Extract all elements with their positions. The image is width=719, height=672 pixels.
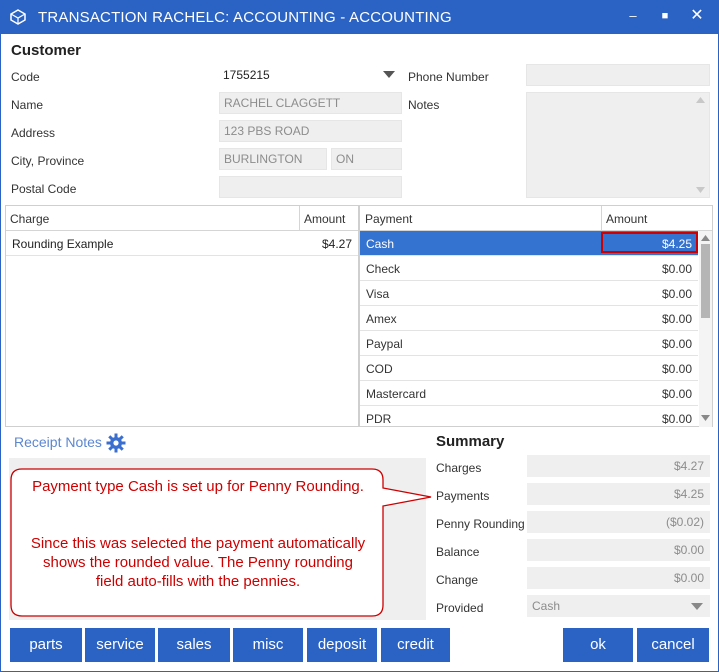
charge-name: Rounding Example: [12, 237, 114, 251]
cancel-button[interactable]: cancel: [637, 628, 709, 662]
scrollbar-thumb[interactable]: [701, 244, 710, 318]
code-dropdown[interactable]: 1755215: [219, 64, 402, 86]
charge-amount-column-header[interactable]: Amount: [304, 212, 345, 226]
payments-summary-label: Payments: [436, 489, 490, 503]
payment-amount[interactable]: $0.00: [662, 362, 692, 376]
charges-summary-field: $4.27: [527, 455, 710, 477]
table-row[interactable]: COD $0.00: [360, 356, 698, 381]
column-divider: [601, 206, 602, 230]
notes-field[interactable]: [526, 92, 710, 198]
payment-amount[interactable]: $4.25: [662, 237, 692, 251]
city-field[interactable]: BURLINGTON: [219, 148, 327, 170]
scroll-up-icon[interactable]: [696, 97, 705, 103]
table-row[interactable]: Mastercard $0.00: [360, 381, 698, 406]
charge-column-header[interactable]: Charge: [10, 212, 49, 226]
summary-title: Summary: [436, 433, 505, 450]
charges-grid: Charge Amount Rounding Example $4.27: [5, 205, 359, 427]
address-field[interactable]: 123 PBS ROAD: [219, 120, 402, 142]
callout-text-line1: Payment type Cash is set up for Penny Ro…: [32, 478, 364, 495]
chevron-down-icon: [691, 603, 703, 610]
payment-amount[interactable]: $0.00: [662, 312, 692, 326]
receipt-notes-label: Receipt Notes: [14, 434, 102, 450]
column-divider: [299, 206, 300, 230]
notes-label: Notes: [408, 98, 440, 112]
charge-amount: $4.27: [321, 237, 352, 251]
postal-code-field[interactable]: [219, 176, 402, 198]
payment-amount[interactable]: $0.00: [662, 387, 692, 401]
postal-code-label: Postal Code: [11, 182, 77, 196]
parts-button[interactable]: parts: [10, 628, 82, 662]
misc-button[interactable]: misc: [233, 628, 303, 662]
scroll-down-icon[interactable]: [701, 415, 710, 421]
table-row[interactable]: Visa $0.00: [360, 281, 698, 306]
payment-column-header[interactable]: Payment: [365, 212, 412, 226]
table-row[interactable]: Amex $0.00: [360, 306, 698, 331]
payments-summary-field: $4.25: [527, 483, 710, 505]
payment-name: COD: [366, 362, 393, 376]
balance-field: $0.00: [527, 539, 710, 561]
payment-amount-column-header[interactable]: Amount: [606, 212, 647, 226]
balance-label: Balance: [436, 545, 480, 559]
payment-amount[interactable]: $0.00: [662, 262, 692, 276]
provided-value: Cash: [532, 599, 561, 613]
provided-dropdown[interactable]: Cash: [527, 595, 710, 617]
ok-button[interactable]: ok: [563, 628, 633, 662]
minimize-icon[interactable]: –: [625, 8, 641, 24]
charges-summary-label: Charges: [436, 461, 482, 475]
change-field: $0.00: [527, 567, 710, 589]
chevron-down-icon: [383, 71, 395, 78]
payments-grid: Payment Amount Cash $4.25 Check $0.00 Vi…: [359, 205, 713, 427]
table-row[interactable]: Paypal $0.00: [360, 331, 698, 356]
penny-rounding-field: ($0.02): [527, 511, 710, 533]
payment-name: Mastercard: [366, 387, 427, 401]
payments-scrollbar[interactable]: [699, 231, 712, 427]
service-button[interactable]: service: [85, 628, 155, 662]
window-title: TRANSACTION RACHELC: ACCOUNTING - ACCOUN…: [38, 9, 452, 26]
scroll-down-icon[interactable]: [696, 187, 705, 193]
payments-list: Cash $4.25 Check $0.00 Visa $0.00 Amex $…: [360, 231, 698, 427]
scroll-up-icon[interactable]: [701, 235, 710, 241]
callout-text-line2: Since this was selected the payment auto…: [30, 535, 366, 590]
payment-amount[interactable]: $0.00: [662, 337, 692, 351]
maximize-icon[interactable]: ■: [657, 8, 673, 24]
payments-grid-header: Payment Amount: [360, 206, 712, 231]
provided-label: Provided: [436, 601, 484, 615]
change-label: Change: [436, 573, 479, 587]
payment-amount[interactable]: $0.00: [662, 287, 692, 301]
payment-name: Cash: [366, 237, 395, 251]
name-field[interactable]: RACHEL CLAGGETT: [219, 92, 402, 114]
payment-name: Visa: [366, 287, 390, 301]
charges-grid-header: Charge Amount: [6, 206, 358, 231]
table-row[interactable]: Cash $4.25: [360, 231, 698, 256]
name-label: Name: [11, 98, 44, 112]
payment-name: Paypal: [366, 337, 403, 351]
app-logo-icon: [10, 9, 26, 25]
title-bar: TRANSACTION RACHELC: ACCOUNTING - ACCOUN…: [0, 0, 719, 34]
penny-rounding-label: Penny Rounding: [436, 517, 525, 531]
gear-icon[interactable]: [106, 433, 126, 453]
table-row[interactable]: Check $0.00: [360, 256, 698, 281]
sales-button[interactable]: sales: [158, 628, 230, 662]
close-icon[interactable]: ✕: [689, 8, 705, 24]
phone-number-field[interactable]: [526, 64, 710, 86]
table-row[interactable]: PDR $0.00: [360, 406, 698, 427]
code-value: 1755215: [223, 68, 270, 82]
customer-section-title: Customer: [11, 42, 82, 59]
payment-name: Amex: [366, 312, 397, 326]
payment-amount[interactable]: $0.00: [662, 412, 692, 426]
phone-number-label: Phone Number: [408, 70, 489, 84]
credit-button[interactable]: credit: [381, 628, 450, 662]
payment-name: Check: [366, 262, 401, 276]
deposit-button[interactable]: deposit: [307, 628, 377, 662]
code-label: Code: [11, 70, 40, 84]
province-field[interactable]: ON: [331, 148, 402, 170]
address-label: Address: [11, 126, 56, 140]
table-row[interactable]: Rounding Example $4.27: [6, 231, 358, 256]
payment-name: PDR: [366, 412, 392, 426]
city-province-label: City, Province: [11, 154, 85, 168]
